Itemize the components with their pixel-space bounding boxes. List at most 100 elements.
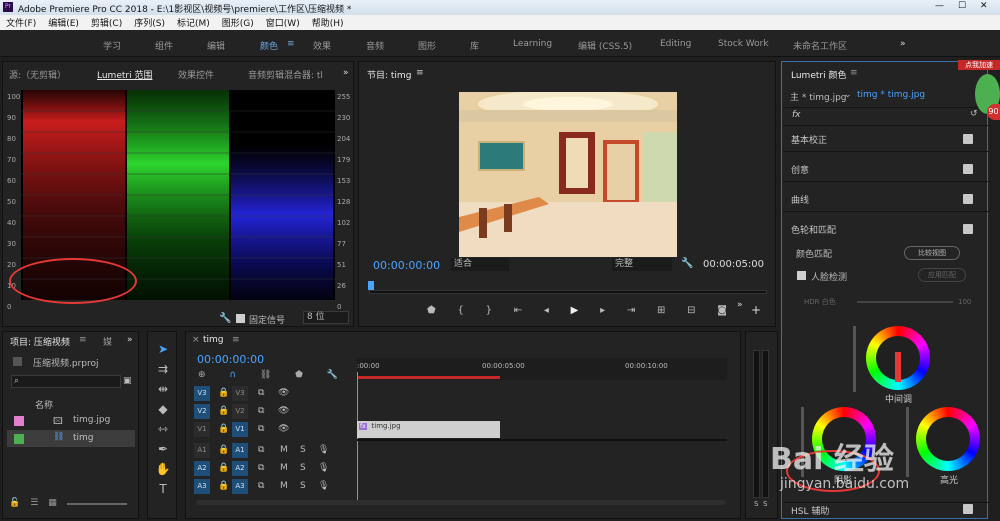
list-view-icon[interactable]: ☰ [30, 498, 38, 510]
workspace-tab-active[interactable]: 颜色 [260, 39, 278, 52]
go-to-out-icon[interactable]: ⇥ [627, 305, 635, 319]
microphone-icon[interactable]: 🎙 [318, 445, 329, 455]
close-icon[interactable]: × [192, 335, 200, 345]
face-detect-checkbox[interactable] [797, 271, 806, 280]
pen-tool-icon[interactable]: ✒ [158, 442, 168, 456]
track-target-v1[interactable]: V1 [232, 422, 248, 437]
mark-in-icon[interactable]: { [457, 305, 463, 319]
panel-menu-icon[interactable]: ≡ [416, 68, 424, 78]
list-item[interactable]: ⛓ timg [7, 430, 135, 447]
slip-tool-icon[interactable]: ⇿ [158, 422, 168, 436]
workspace-tab[interactable]: 音频 [366, 39, 384, 52]
add-marker-icon[interactable]: ⬟ [427, 305, 436, 319]
lock-icon[interactable]: 🔒 [218, 463, 229, 473]
enable-checkbox[interactable] [963, 164, 973, 174]
workspace-tab[interactable]: 组件 [155, 39, 173, 52]
extract-icon[interactable]: ⊟ [687, 305, 695, 319]
go-to-in-icon[interactable]: ⇤ [514, 305, 522, 319]
track-select-tool-icon[interactable]: ⇉ [158, 362, 168, 376]
workspace-tab[interactable]: 图形 [418, 39, 436, 52]
nest-icon[interactable]: ⊕ [198, 370, 206, 380]
lock-icon[interactable]: 🔒 [218, 445, 229, 455]
menu-edit[interactable]: 编辑(E) [48, 16, 79, 29]
sequence-clip-label[interactable]: timg * timg.jpg [857, 90, 925, 100]
timeline-scrollbar[interactable] [196, 500, 726, 505]
linked-selection-icon[interactable]: ⛓ [260, 370, 271, 380]
quality-select[interactable]: 完整 [612, 258, 672, 271]
track-target-a3[interactable]: A3 [232, 479, 248, 494]
more-tabs-icon[interactable]: » [343, 68, 349, 78]
menu-graphics[interactable]: 图形(G) [222, 16, 254, 29]
tab-lumetri-scopes[interactable]: Lumetri 范围 [97, 68, 152, 81]
section-creative[interactable]: 创意 [791, 163, 809, 176]
more-icon[interactable]: » [737, 300, 743, 310]
solo-button[interactable]: S [300, 463, 306, 473]
timeline-timecode[interactable]: 00:00:00:00 [197, 353, 264, 366]
maximize-button[interactable]: ☐ [958, 1, 966, 11]
wrench-icon[interactable]: 🔧 [327, 370, 338, 380]
master-clip-label[interactable]: 主 * timg.jpg [790, 90, 847, 103]
project-search-input[interactable]: ⌕ [11, 375, 121, 388]
add-button-icon[interactable]: + [751, 303, 761, 317]
lumetri-title[interactable]: Lumetri 颜色 [791, 68, 846, 81]
workspace-tab[interactable]: 学习 [103, 39, 121, 52]
lock-icon[interactable]: 🔒 [218, 481, 229, 491]
microphone-icon[interactable]: 🎙 [318, 481, 329, 491]
mark-out-icon[interactable]: } [486, 305, 492, 319]
new-bin-icon[interactable]: ▣ [123, 376, 132, 386]
icon-view-icon[interactable]: ▦ [48, 498, 57, 510]
program-scrubber[interactable] [369, 290, 767, 294]
speed-badge[interactable]: 点我加速 90 [958, 58, 1000, 120]
tab-source[interactable]: 源:（无剪辑） [9, 68, 66, 81]
sync-lock-icon[interactable]: ⧉ [258, 424, 264, 434]
playhead-timecode[interactable]: 00:00:00:00 [373, 259, 440, 272]
workspace-tab[interactable]: Stock Work [718, 39, 769, 49]
wrench-icon[interactable]: 🔧 [219, 313, 231, 324]
enable-checkbox[interactable] [963, 224, 973, 234]
menu-marker[interactable]: 标记(M) [177, 16, 210, 29]
fit-select[interactable]: 适合 [451, 258, 509, 271]
workspace-tab[interactable]: 未命名工作区 [793, 39, 847, 52]
lock-icon[interactable]: 🔒 [218, 424, 229, 434]
bit-depth-select[interactable]: 8 位 [303, 311, 349, 324]
menu-sequence[interactable]: 序列(S) [134, 16, 165, 29]
selection-tool-icon[interactable]: ➤ [158, 342, 168, 356]
enable-checkbox[interactable] [963, 134, 973, 144]
workspace-tab[interactable]: 效果 [313, 39, 331, 52]
workspace-menu-icon[interactable]: ≡ [287, 39, 295, 49]
chevron-down-icon[interactable]: ⌄ [844, 90, 852, 100]
midtones-color-wheel[interactable] [866, 326, 930, 390]
lock-icon[interactable]: 🔒 [218, 406, 229, 416]
hdr-value[interactable]: 100 [958, 298, 971, 306]
menu-help[interactable]: 帮助(H) [312, 16, 344, 29]
sync-lock-icon[interactable]: ⧉ [258, 463, 264, 473]
section-curves[interactable]: 曲线 [791, 193, 809, 206]
snap-icon[interactable]: ∩ [229, 370, 236, 380]
track-target-v3[interactable]: V3 [232, 386, 248, 401]
more-tabs-icon[interactable]: » [127, 335, 133, 345]
type-tool-icon[interactable]: T [159, 482, 166, 496]
panel-menu-icon[interactable]: ≡ [79, 335, 87, 345]
workspace-tab[interactable]: 编辑 [207, 39, 225, 52]
section-wheels-match[interactable]: 色轮和匹配 [791, 223, 836, 236]
enable-checkbox[interactable] [963, 504, 973, 514]
solo-right-label[interactable]: S [763, 500, 767, 508]
time-ruler[interactable]: :00:00 00:00:05:00 00:00:10:00 [357, 358, 727, 380]
source-patch-a3[interactable]: A3 [194, 479, 210, 494]
playhead-marker[interactable] [368, 281, 374, 290]
razor-tool-icon[interactable]: ◆ [158, 402, 167, 416]
close-button[interactable]: ✕ [980, 1, 988, 11]
step-back-icon[interactable]: ◂ [544, 305, 549, 319]
workspace-tab[interactable]: Learning [513, 39, 552, 49]
mute-button[interactable]: M [280, 445, 288, 455]
menu-window[interactable]: 窗口(W) [266, 16, 300, 29]
panel-menu-icon[interactable]: ≡ [850, 68, 858, 78]
eye-icon[interactable]: 👁 [278, 424, 289, 434]
source-patch-a1[interactable]: A1 [194, 443, 210, 458]
tab-audio-mixer[interactable]: 音频剪辑混合器: tl [248, 68, 323, 81]
tab-media-browser[interactable]: 媒 [103, 335, 112, 348]
solo-left-label[interactable]: S [754, 500, 758, 508]
clip[interactable]: fx timg.jpg [357, 421, 500, 438]
minimize-button[interactable]: — [935, 1, 944, 11]
project-title[interactable]: 项目: 压缩视频 [10, 335, 70, 348]
